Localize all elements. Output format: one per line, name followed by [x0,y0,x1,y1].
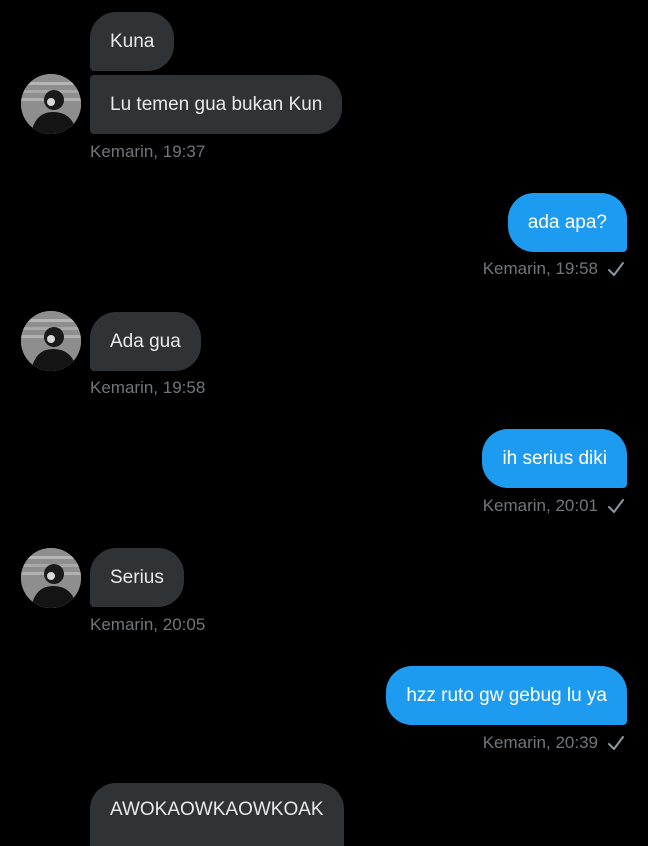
message-text: Serius [110,566,164,588]
check-icon [608,736,624,750]
person-photo-icon [21,74,81,134]
person-photo-icon [21,548,81,608]
message-text: ada apa? [527,211,607,233]
message-bubble-sent[interactable]: ada apa? [507,193,627,252]
message-bubble-sent[interactable]: hzz ruto gw gebug lu ya [386,666,627,725]
message-bubble-received[interactable]: Serius [90,548,184,607]
person-photo-icon [21,311,81,371]
message-timestamp: Kemarin, 19:37 [90,142,206,161]
message-bubble-sent[interactable]: ih serius diki [482,429,627,488]
message-bubble-received[interactable]: Lu temen gua bukan Kun [90,75,343,134]
message-text: Kuna [110,30,155,52]
message-bubble-received[interactable]: Ada gua [90,312,201,371]
message-timestamp: Kemarin, 20:01 [483,496,626,516]
avatar[interactable] [21,311,81,371]
message-text: ih serius diki [502,447,607,469]
message-bubble-received[interactable]: Kuna [90,12,175,71]
message-text: AWOKAOWKAOWKOAK [110,799,324,820]
message-timestamp: Kemarin, 20:39 [483,733,626,753]
message-timestamp: Kemarin, 19:58 [90,378,206,397]
avatar[interactable] [21,74,81,134]
message-timestamp: Kemarin, 20:05 [90,615,206,634]
avatar[interactable] [21,548,81,608]
message-text: Lu temen gua bukan Kun [110,93,323,115]
check-icon [608,262,624,276]
message-text: hzz ruto gw gebug lu ya [406,684,607,706]
message-bubble-received[interactable]: AWOKAOWKAOWKOAK [90,783,344,846]
message-text: Ada gua [110,330,181,352]
message-timestamp: Kemarin, 19:58 [483,259,626,279]
check-icon [608,499,624,513]
